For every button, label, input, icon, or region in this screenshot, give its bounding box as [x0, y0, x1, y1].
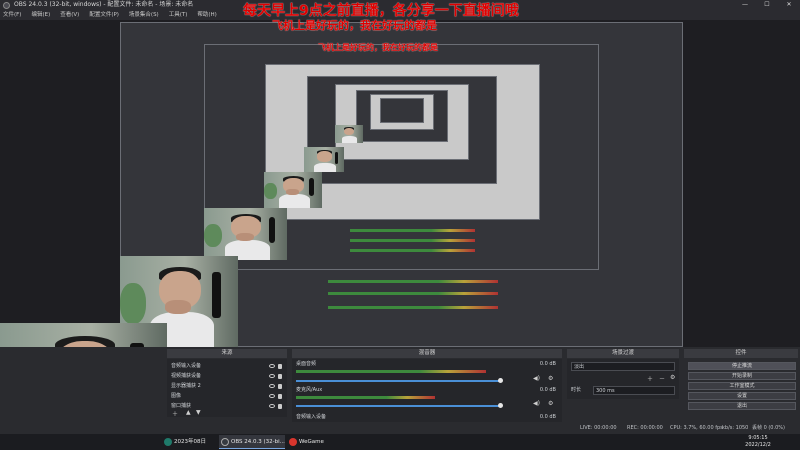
mixer-channel-name: 音频输入设备	[296, 414, 327, 420]
lock-icon[interactable]	[278, 404, 282, 409]
menu-edit[interactable]: 编辑(E)	[31, 10, 50, 20]
mixer-dock-title: 混音器	[292, 349, 562, 358]
gear-icon[interactable]: ⚙	[548, 400, 553, 407]
menu-file[interactable]: 文件(F)	[3, 10, 21, 20]
bitrate: kb/s: 1050	[722, 425, 749, 431]
volume-knob[interactable]	[498, 403, 503, 408]
preview-canvas[interactable]	[120, 22, 683, 347]
dropped-frames: 丢帧 0 (0.0%)	[752, 425, 785, 431]
remove-transition-icon[interactable]: －	[659, 374, 665, 383]
clock-date: 2022/12/2	[745, 442, 771, 448]
lock-icon[interactable]	[278, 364, 282, 369]
visibility-icon[interactable]	[269, 394, 275, 398]
gear-icon[interactable]: ⚙	[670, 374, 675, 381]
taskbar-item[interactable]: WeGame	[287, 435, 339, 449]
maximize-button[interactable]: ☐	[756, 0, 778, 10]
nested-webcam	[335, 125, 363, 143]
audio-meter	[296, 396, 435, 399]
volume-slider[interactable]	[296, 380, 500, 382]
controls-dock-title: 控件	[684, 349, 798, 358]
cpu-fps: CPU: 3.7%, 60.00 fps	[670, 425, 723, 431]
close-button[interactable]: ✕	[778, 0, 800, 10]
wegame-icon	[289, 438, 297, 446]
menu-profile[interactable]: 配置文件(P)	[89, 10, 119, 20]
visibility-icon[interactable]	[269, 374, 275, 378]
minimize-button[interactable]: —	[734, 0, 756, 10]
sources-list[interactable]: 音频输入设备 视频捕获设备 显示器捕获 2 图像 窗口捕获	[167, 359, 287, 417]
taskbar-item[interactable]: OBS 24.0.3 (32-bi...	[219, 435, 285, 449]
nested-meter	[328, 306, 498, 309]
nested-meter	[350, 229, 475, 232]
visibility-icon[interactable]	[269, 384, 275, 388]
taskbar-item[interactable]: 2023年08日	[162, 435, 214, 449]
nested-webcam	[304, 147, 344, 172]
nested-meter	[328, 280, 498, 283]
window-controls: — ☐ ✕	[734, 0, 800, 10]
lock-icon[interactable]	[278, 384, 282, 389]
volume-knob[interactable]	[498, 378, 503, 383]
obs-icon	[221, 438, 229, 446]
start-recording-button[interactable]: 开始录制	[688, 372, 796, 380]
speaker-icon[interactable]: ◀)	[533, 400, 540, 407]
nested-obs-window	[380, 98, 424, 123]
mixer-channel-name: 麦克风/Aux	[296, 387, 323, 393]
source-item[interactable]: 视频捕获设备	[171, 373, 283, 380]
mixer-channel-db: 0.0 dB	[539, 361, 556, 367]
transitions-panel: 淡出 ＋ － ⚙ 时长 300 ms	[567, 359, 679, 399]
visibility-icon[interactable]	[269, 364, 275, 368]
nested-meter	[328, 292, 498, 295]
docks-area: 来源 音频输入设备 视频捕获设备 显示器捕获 2 图像 窗口捕获 ＋ ▲ ▼ 混…	[0, 347, 800, 433]
duration-label: 时长	[571, 387, 582, 393]
nested-meter	[350, 249, 475, 252]
exit-button[interactable]: 退出	[688, 402, 796, 410]
taskbar: 2023年08日 OBS 24.0.3 (32-bi... WeGame 9:0…	[0, 434, 800, 450]
nested-webcam	[204, 208, 287, 260]
menu-scene-collection[interactable]: 场景集合(S)	[129, 10, 159, 20]
overlay-text: 飞机上是好玩的，我在好玩的都是	[318, 43, 438, 52]
mixer-channel-name: 桌面音频	[296, 361, 317, 367]
gear-icon[interactable]: ⚙	[548, 375, 553, 382]
obs-logo-icon	[3, 2, 10, 9]
mixer-panel: 桌面音频 0.0 dB ◀) ⚙ 麦克风/Aux 0.0 dB ◀) ⚙ 音频输…	[292, 359, 562, 431]
transitions-dock-title: 场景过渡	[567, 349, 679, 358]
mixer-channel-db: 0.0 dB	[539, 387, 556, 393]
live-time: LIVE: 00:00:00	[580, 425, 617, 431]
lock-icon[interactable]	[278, 394, 282, 399]
rec-time: REC: 00:00:00	[627, 425, 663, 431]
add-source-icon[interactable]: ＋	[172, 409, 178, 418]
visibility-icon[interactable]	[269, 404, 275, 408]
move-down-icon[interactable]: ▼	[196, 409, 201, 416]
sources-dock-title: 来源	[167, 349, 287, 358]
source-item[interactable]: 音频输入设备	[171, 363, 283, 370]
system-clock[interactable]: 9:05:15 2022/12/2	[738, 435, 778, 449]
move-up-icon[interactable]: ▲	[186, 409, 191, 416]
source-item[interactable]: 图像	[171, 393, 283, 400]
overlay-text: 飞机上是好玩的，我在好玩的都是	[272, 19, 437, 32]
window-title: OBS 24.0.3 (32-bit, windows) - 配置文件: 未命名…	[14, 1, 194, 8]
volume-slider[interactable]	[296, 405, 500, 407]
menu-help[interactable]: 帮助(H)	[197, 10, 216, 20]
desktop: OBS 24.0.3 (32-bit, windows) - 配置文件: 未命名…	[0, 0, 800, 450]
menu-view[interactable]: 查看(V)	[60, 10, 79, 20]
source-item[interactable]: 显示器捕获 2	[171, 383, 283, 390]
clock-time: 9:05:15	[748, 435, 768, 441]
duration-input[interactable]: 300 ms	[593, 386, 675, 395]
transition-select[interactable]: 淡出	[571, 362, 675, 371]
nested-meter	[350, 239, 475, 242]
mixer-channel-db: 0.0 dB	[539, 414, 556, 420]
add-transition-icon[interactable]: ＋	[647, 374, 653, 383]
settings-button[interactable]: 设置	[688, 392, 796, 400]
stop-streaming-button[interactable]: 停止推流	[688, 362, 796, 370]
speaker-icon[interactable]: ◀)	[533, 375, 540, 382]
lock-icon[interactable]	[278, 374, 282, 379]
app-icon	[164, 438, 172, 446]
audio-meter	[296, 370, 486, 373]
menu-tools[interactable]: 工具(T)	[169, 10, 188, 20]
status-bar: LIVE: 00:00:00 REC: 00:00:00 CPU: 3.7%, …	[0, 422, 800, 434]
studio-mode-button[interactable]: 工作室模式	[688, 382, 796, 390]
nested-webcam	[264, 172, 322, 208]
